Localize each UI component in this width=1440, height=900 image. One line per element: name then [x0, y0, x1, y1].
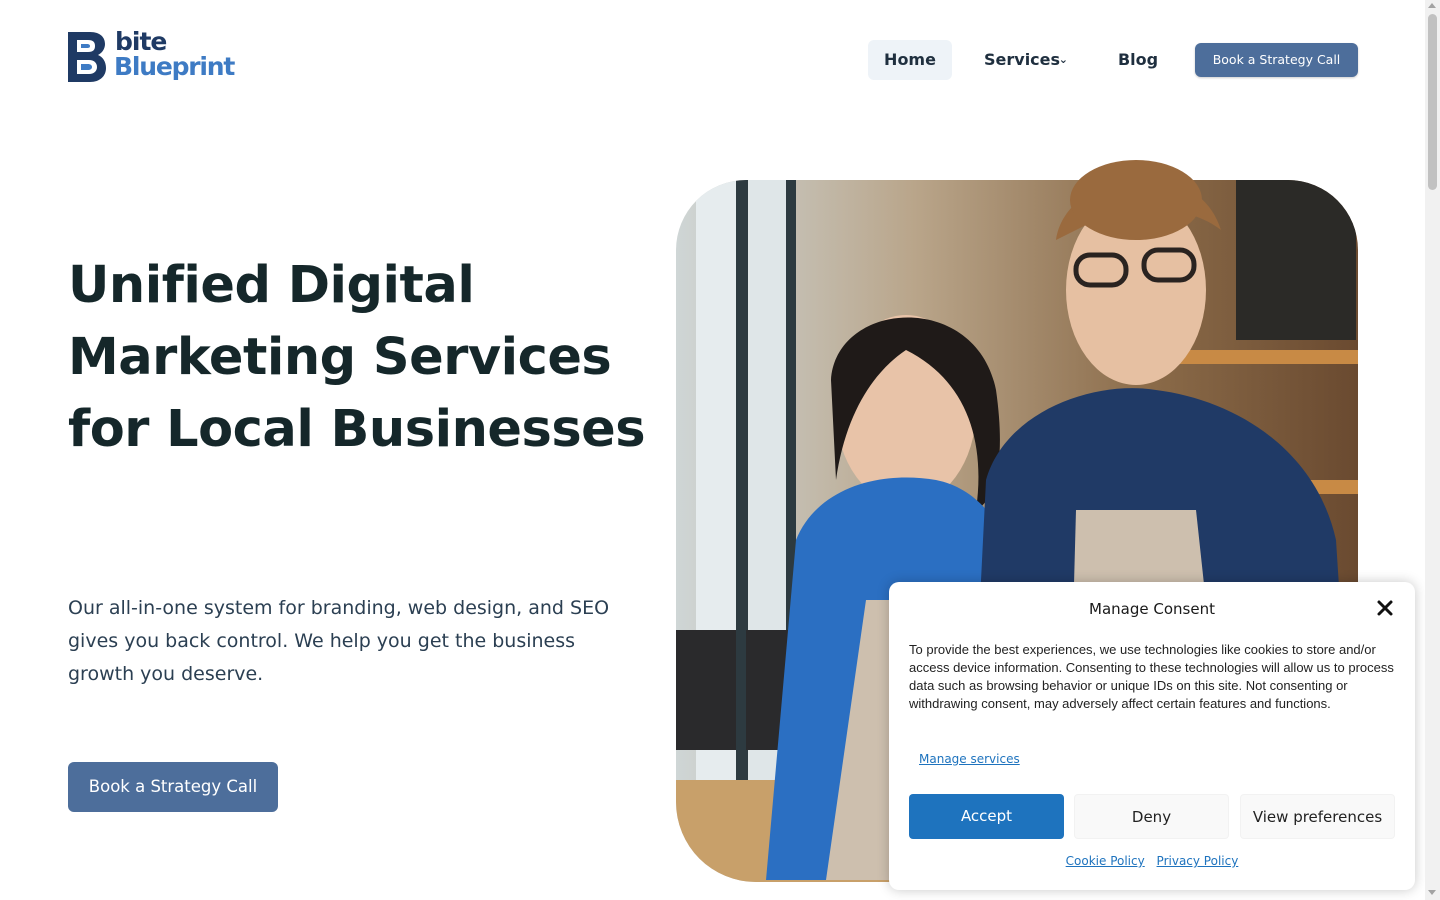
consent-policy-links: Cookie Policy Privacy Policy: [889, 854, 1415, 868]
hero-subtitle: Our all-in-one system for branding, web …: [68, 597, 610, 685]
nav-services-label: Services: [984, 50, 1061, 69]
page-scrollbar[interactable]: [1425, 0, 1440, 900]
hero-title: Unified Digital Marketing Services for L…: [68, 256, 646, 459]
nav-home[interactable]: Home: [868, 40, 952, 80]
nav-blog[interactable]: Blog: [1108, 40, 1168, 80]
privacy-policy-link[interactable]: Privacy Policy: [1157, 854, 1239, 868]
scroll-down-arrow-icon[interactable]: [1428, 890, 1436, 895]
scroll-up-arrow-icon[interactable]: [1428, 3, 1436, 8]
logo-text-blueprint: Blueprint: [114, 52, 235, 81]
manage-services-link[interactable]: Manage services: [919, 752, 1020, 766]
chevron-down-icon: ⌄: [1058, 53, 1068, 66]
nav-services[interactable]: Services ⌄: [970, 40, 1080, 80]
deny-button[interactable]: Deny: [1074, 794, 1229, 839]
view-preferences-button[interactable]: View preferences: [1240, 794, 1395, 839]
header-strategy-call-button[interactable]: Book a Strategy Call: [1195, 43, 1358, 77]
consent-dialog: Manage Consent To provide the best exper…: [889, 582, 1415, 890]
cookie-policy-link[interactable]: Cookie Policy: [1066, 854, 1145, 868]
scrollbar-thumb[interactable]: [1428, 14, 1437, 190]
consent-title: Manage Consent: [1089, 600, 1215, 618]
logo-b-icon: [68, 32, 106, 82]
accept-button[interactable]: Accept: [909, 794, 1064, 839]
close-icon[interactable]: [1375, 598, 1395, 618]
consent-body: To provide the best experiences, we use …: [909, 642, 1394, 711]
site-logo[interactable]: bite Blueprint: [68, 27, 238, 89]
hero-strategy-call-button[interactable]: Book a Strategy Call: [68, 762, 278, 812]
